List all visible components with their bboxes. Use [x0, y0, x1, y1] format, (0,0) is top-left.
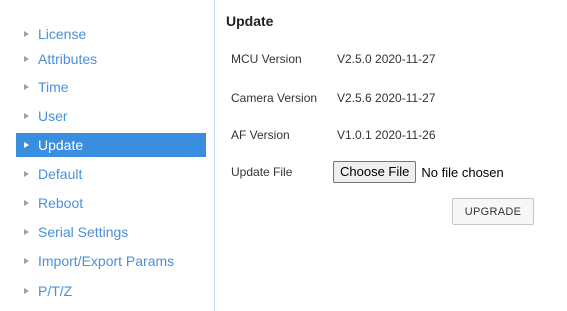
sidebar-item-serial-settings[interactable]: Serial Settings	[16, 220, 206, 244]
sidebar-item-label: P/T/Z	[38, 283, 73, 299]
camera-version-value: V2.5.6 2020-11-27	[337, 91, 436, 105]
triangle-right-icon	[24, 56, 29, 62]
af-version-label: AF Version	[231, 128, 290, 142]
sidebar-item-label: Serial Settings	[38, 224, 129, 240]
sidebar-item-ptz[interactable]: P/T/Z	[16, 279, 206, 303]
sidebar-item-update[interactable]: Update	[16, 133, 206, 157]
sidebar-item-label: Time	[38, 79, 69, 95]
update-panel: Update MCU Version V2.5.0 2020-11-27 Cam…	[216, 0, 567, 311]
sidebar-item-attributes[interactable]: Attributes	[16, 47, 206, 71]
triangle-right-icon	[24, 229, 29, 235]
page-title: Update	[226, 13, 274, 29]
sidebar-item-reboot[interactable]: Reboot	[16, 191, 206, 215]
triangle-right-icon	[24, 113, 29, 119]
mcu-version-label: MCU Version	[231, 52, 302, 66]
sidebar-item-license[interactable]: License	[16, 22, 206, 46]
sidebar-item-label: Default	[38, 166, 83, 182]
sidebar-item-user[interactable]: User	[16, 104, 206, 128]
mcu-version-value: V2.5.0 2020-11-27	[337, 52, 436, 66]
update-file-label: Update File	[231, 165, 293, 179]
triangle-right-icon	[24, 288, 29, 294]
triangle-right-icon	[24, 171, 29, 177]
upgrade-button[interactable]: UPGRADE	[452, 198, 534, 225]
triangle-right-icon	[24, 258, 29, 264]
file-input: Choose File No file chosen	[333, 161, 504, 183]
sidebar-item-label: License	[38, 26, 87, 42]
choose-file-button[interactable]: Choose File	[333, 161, 417, 183]
sidebar-item-label: Import/Export Params	[38, 253, 175, 269]
camera-version-label: Camera Version	[231, 91, 318, 105]
sidebar-item-import-export-params[interactable]: Import/Export Params	[16, 249, 206, 273]
triangle-right-icon	[24, 200, 29, 206]
sidebar-nav: License Attributes Time User Update Defa…	[0, 0, 215, 311]
sidebar-item-label: User	[38, 108, 68, 124]
sidebar-item-time[interactable]: Time	[16, 75, 206, 99]
af-version-value: V1.0.1 2020-11-26	[337, 128, 436, 142]
sidebar-item-label: Attributes	[38, 51, 98, 67]
triangle-right-icon	[24, 142, 29, 148]
file-status-text: No file chosen	[421, 164, 504, 180]
triangle-right-icon	[24, 84, 29, 90]
sidebar-item-default[interactable]: Default	[16, 162, 206, 186]
sidebar-item-label: Update	[38, 137, 84, 153]
triangle-right-icon	[24, 31, 29, 37]
sidebar-item-label: Reboot	[38, 195, 84, 211]
